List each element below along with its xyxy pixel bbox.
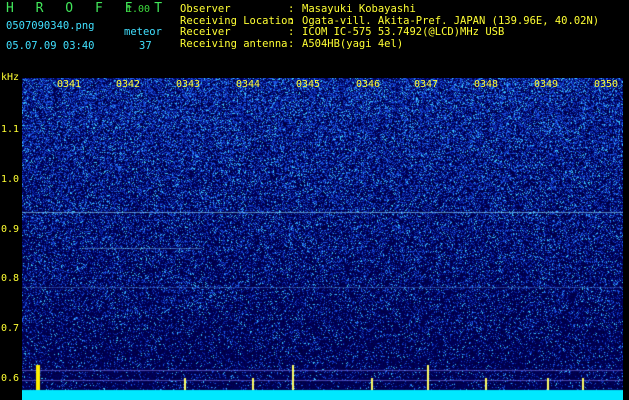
x-tick-label: 0341 [57,79,82,90]
app-version: 1.00 [126,4,151,15]
y-tick-label: 1.0 [1,174,20,185]
meta-key: Receiving antenna [180,37,288,50]
y-tick-label: 0.6 [1,373,20,384]
y-tick-label: 0.9 [1,224,20,235]
y-tick-label: 0.8 [1,273,20,284]
meta-value: A504HB(yagi 4el) [302,37,404,50]
file-name: 0507090340.png [6,20,95,32]
x-tick-label: 0343 [176,79,201,90]
x-tick-label: 0344 [236,79,261,90]
y-tick-label: 0.7 [1,323,20,334]
meta-value: Masayuki Kobayashi [302,3,416,15]
x-tick-label: 0349 [534,79,559,90]
meteor-label: meteor [124,26,162,38]
meta-antenna: Receiving antenna: A504HB(yagi 4el) [180,37,404,50]
y-axis-unit: kHz [1,72,20,83]
meta-observer: Observer: Masayuki Kobayashi [180,3,416,15]
x-tick-label: 0348 [474,79,499,90]
meta-key: Receiver [180,26,231,38]
x-tick-label: 0346 [356,79,381,90]
meta-key: Observer [180,3,231,15]
spectrogram-canvas [22,78,623,400]
observation-metadata: Observer: Masayuki Kobayashi Receiving L… [180,3,599,50]
meta-value: ICOM IC-575 53.7492(@LCD)MHz USB [302,26,505,38]
meta-receiver: Receiver: ICOM IC-575 53.7492(@LCD)MHz U… [180,26,505,38]
x-tick-label: 0342 [116,79,141,90]
y-tick-label: 1.1 [1,124,20,135]
x-tick-label: 0347 [414,79,439,90]
date-time: 05.07.09 03:40 [6,40,95,52]
x-tick-label: 0350 [594,79,619,90]
hroft-screen: H R O F F T 1.00 0507090340.png meteor 0… [0,0,629,400]
x-tick-label: 0345 [296,79,321,90]
meteor-count: 37 [139,40,152,52]
